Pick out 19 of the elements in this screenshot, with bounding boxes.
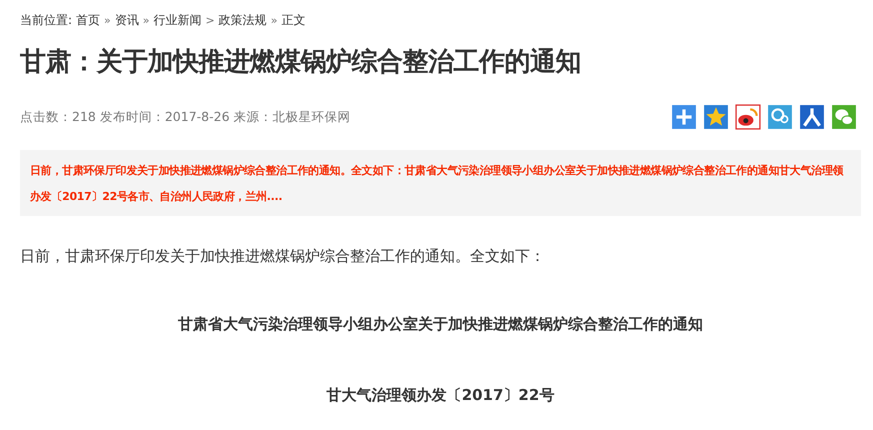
chat-bubble-icon[interactable] — [767, 104, 793, 130]
body-heading: 甘大气治理领办发〔2017〕22号 — [326, 385, 556, 406]
breadcrumb-link[interactable]: 正文 — [281, 12, 306, 28]
article-title: 甘肃：关于加快推进燃煤锅炉综合整治工作的通知 — [20, 46, 582, 79]
breadcrumb-label: 当前位置: — [20, 12, 72, 28]
breadcrumb-separator: » — [270, 14, 278, 26]
article-meta: 点击数：218 发布时间：2017-8-26 来源：北极星环保网 — [20, 108, 350, 126]
breadcrumb-separator: > — [206, 14, 215, 26]
person-icon[interactable] — [799, 104, 825, 130]
breadcrumb-link[interactable]: 政策法规 — [218, 12, 267, 28]
breadcrumb-separator: » — [142, 14, 150, 26]
breadcrumb-separator: » — [104, 14, 111, 26]
breadcrumb-link[interactable]: 首页 — [76, 12, 100, 28]
share-plus-icon[interactable] — [671, 104, 697, 130]
body-paragraph: 日前，甘肃环保厅印发关于加快推进燃煤锅炉综合整治工作的通知。全文如下： — [20, 246, 546, 267]
summary-text: 日前，甘肃环保厅印发关于加快推进燃煤锅炉综合整治工作的通知。全文如下：甘肃省大气污染治理领导小组办公室关于加快推进燃煤锅炉综合整治工作的通知甘大气治理领办发〔2017〕22号各市、自治州人民政府，兰州.... — [30, 163, 844, 205]
breadcrumb-link[interactable]: 行业新闻 — [154, 12, 202, 28]
body-heading: 甘肃省大气污染治理领导小组办公室关于加快推进燃煤锅炉综合整治工作的通知 — [177, 314, 704, 335]
breadcrumb-link[interactable]: 资讯 — [114, 12, 139, 28]
